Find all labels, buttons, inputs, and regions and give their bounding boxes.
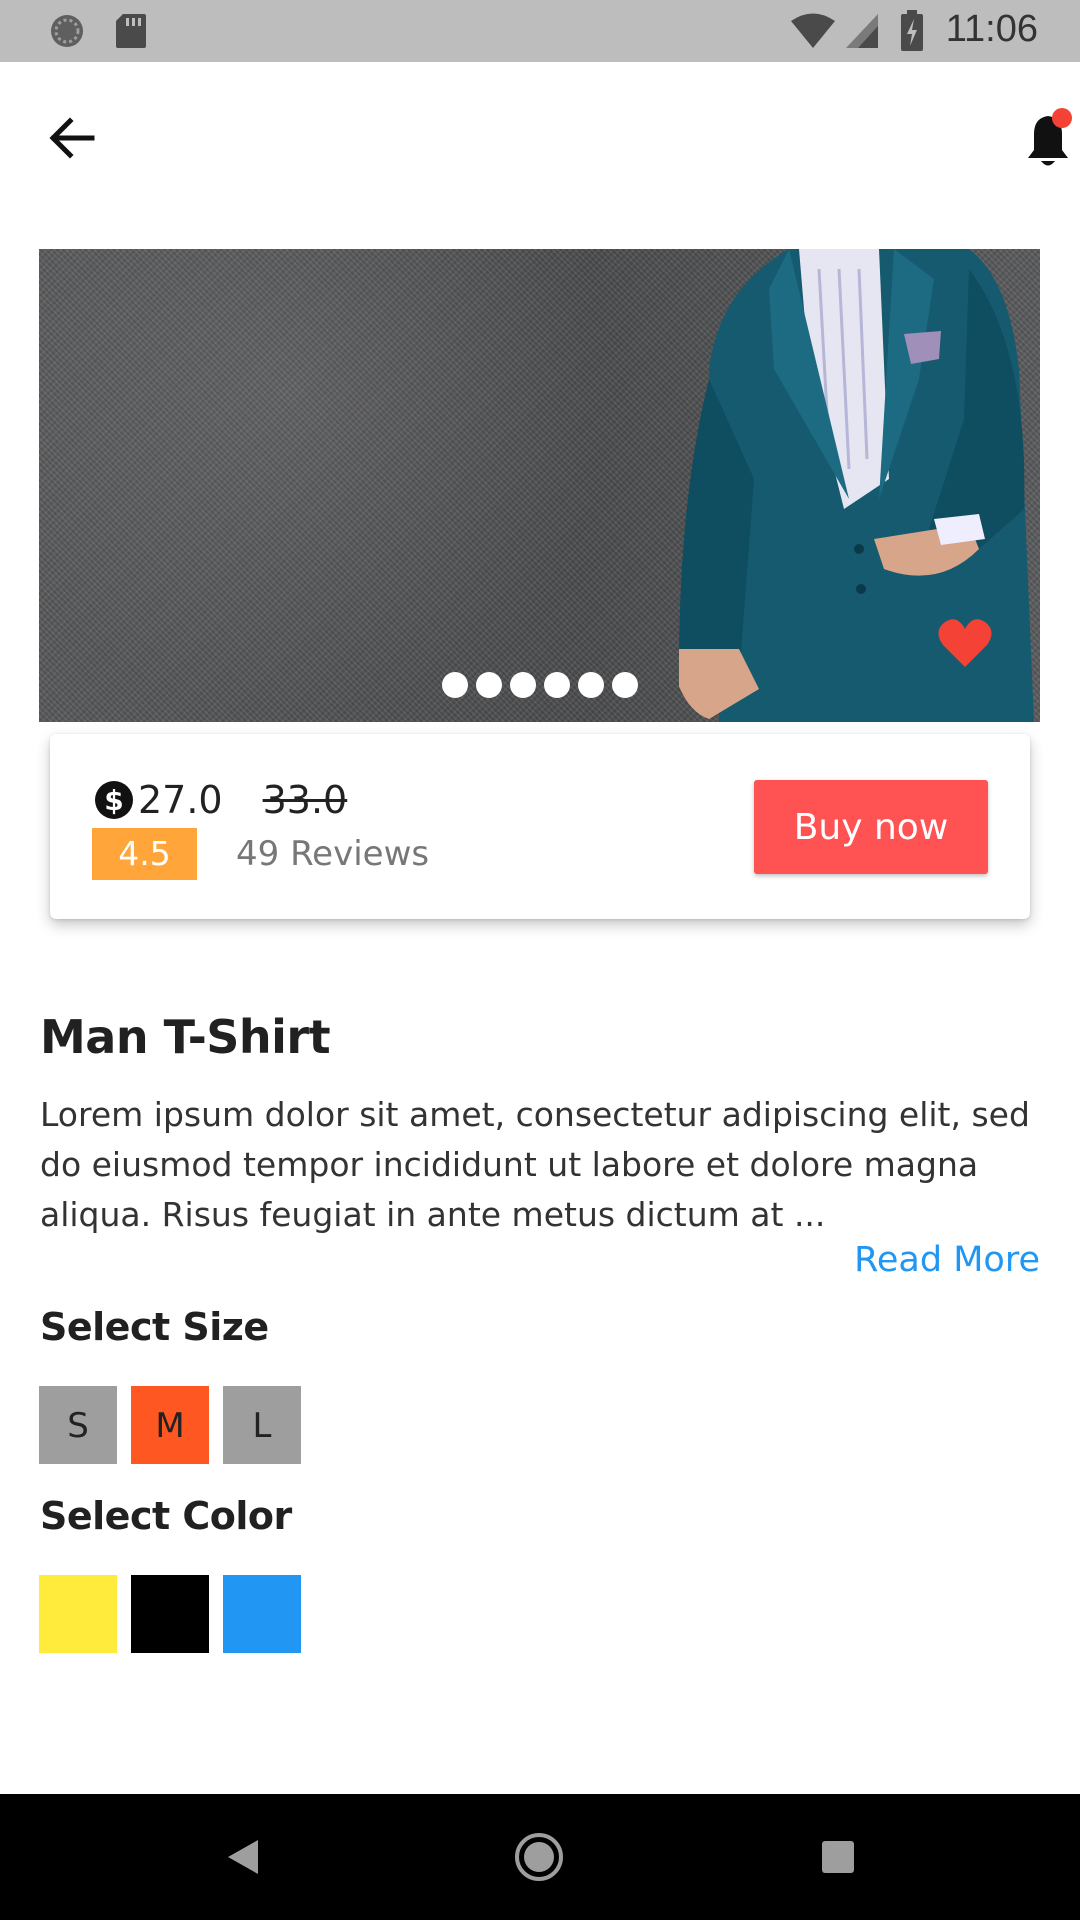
bell-icon[interactable] [1020,102,1076,172]
size-option-l[interactable]: L [223,1386,301,1464]
price-row: $ 27.0 33.0 [94,776,347,824]
color-option-black[interactable] [131,1575,209,1653]
system-nav-bar [0,1794,1080,1920]
original-price: 33.0 [262,778,348,822]
color-selector [39,1575,301,1653]
current-price: 27.0 [138,778,223,822]
product-description: Lorem ipsum dolor sit amet, consectetur … [40,1095,1030,1234]
rating-badge: 4.5 [92,828,197,880]
carousel-dot[interactable] [611,672,638,698]
size-selector: S M L [39,1386,301,1464]
carousel-dot[interactable] [543,672,570,698]
svg-text:$: $ [104,784,123,817]
price-card: $ 27.0 33.0 4.5 49 Reviews Buy now [50,734,1030,919]
carousel-dot[interactable] [509,672,536,698]
arrow-back-icon[interactable] [44,110,100,166]
product-title: Man T-Shirt [40,1010,331,1064]
battery-charging-icon [901,10,923,51]
color-option-blue[interactable] [223,1575,301,1653]
carousel-dot[interactable] [441,672,468,698]
wifi-icon [791,13,835,48]
dollar-icon: $ [95,781,133,819]
back-triangle-icon[interactable] [206,1822,276,1892]
color-option-yellow[interactable] [39,1575,117,1653]
product-image-carousel[interactable] [39,249,1040,722]
cell-signal-icon [846,14,878,48]
status-time: 11:06 [945,8,1038,50]
select-size-label: Select Size [40,1305,269,1349]
carousel-dot[interactable] [475,672,502,698]
size-option-s[interactable]: S [39,1386,117,1464]
select-color-label: Select Color [40,1494,292,1538]
size-option-m[interactable]: M [131,1386,209,1464]
buy-now-button[interactable]: Buy now [754,780,988,874]
heart-icon[interactable] [937,617,993,669]
carousel-indicator [39,672,1040,698]
sync-icon [51,15,83,47]
review-count[interactable]: 49 Reviews [236,828,429,880]
sd-card-icon [116,14,146,48]
status-bar: 11:06 [0,0,1080,62]
carousel-dot[interactable] [577,672,604,698]
home-circle-icon[interactable] [504,1822,574,1892]
top-app-bar [0,62,1080,210]
notification-dot [1052,108,1072,128]
read-more-link[interactable]: Read More [854,1240,1040,1280]
recents-square-icon[interactable] [803,1822,873,1892]
